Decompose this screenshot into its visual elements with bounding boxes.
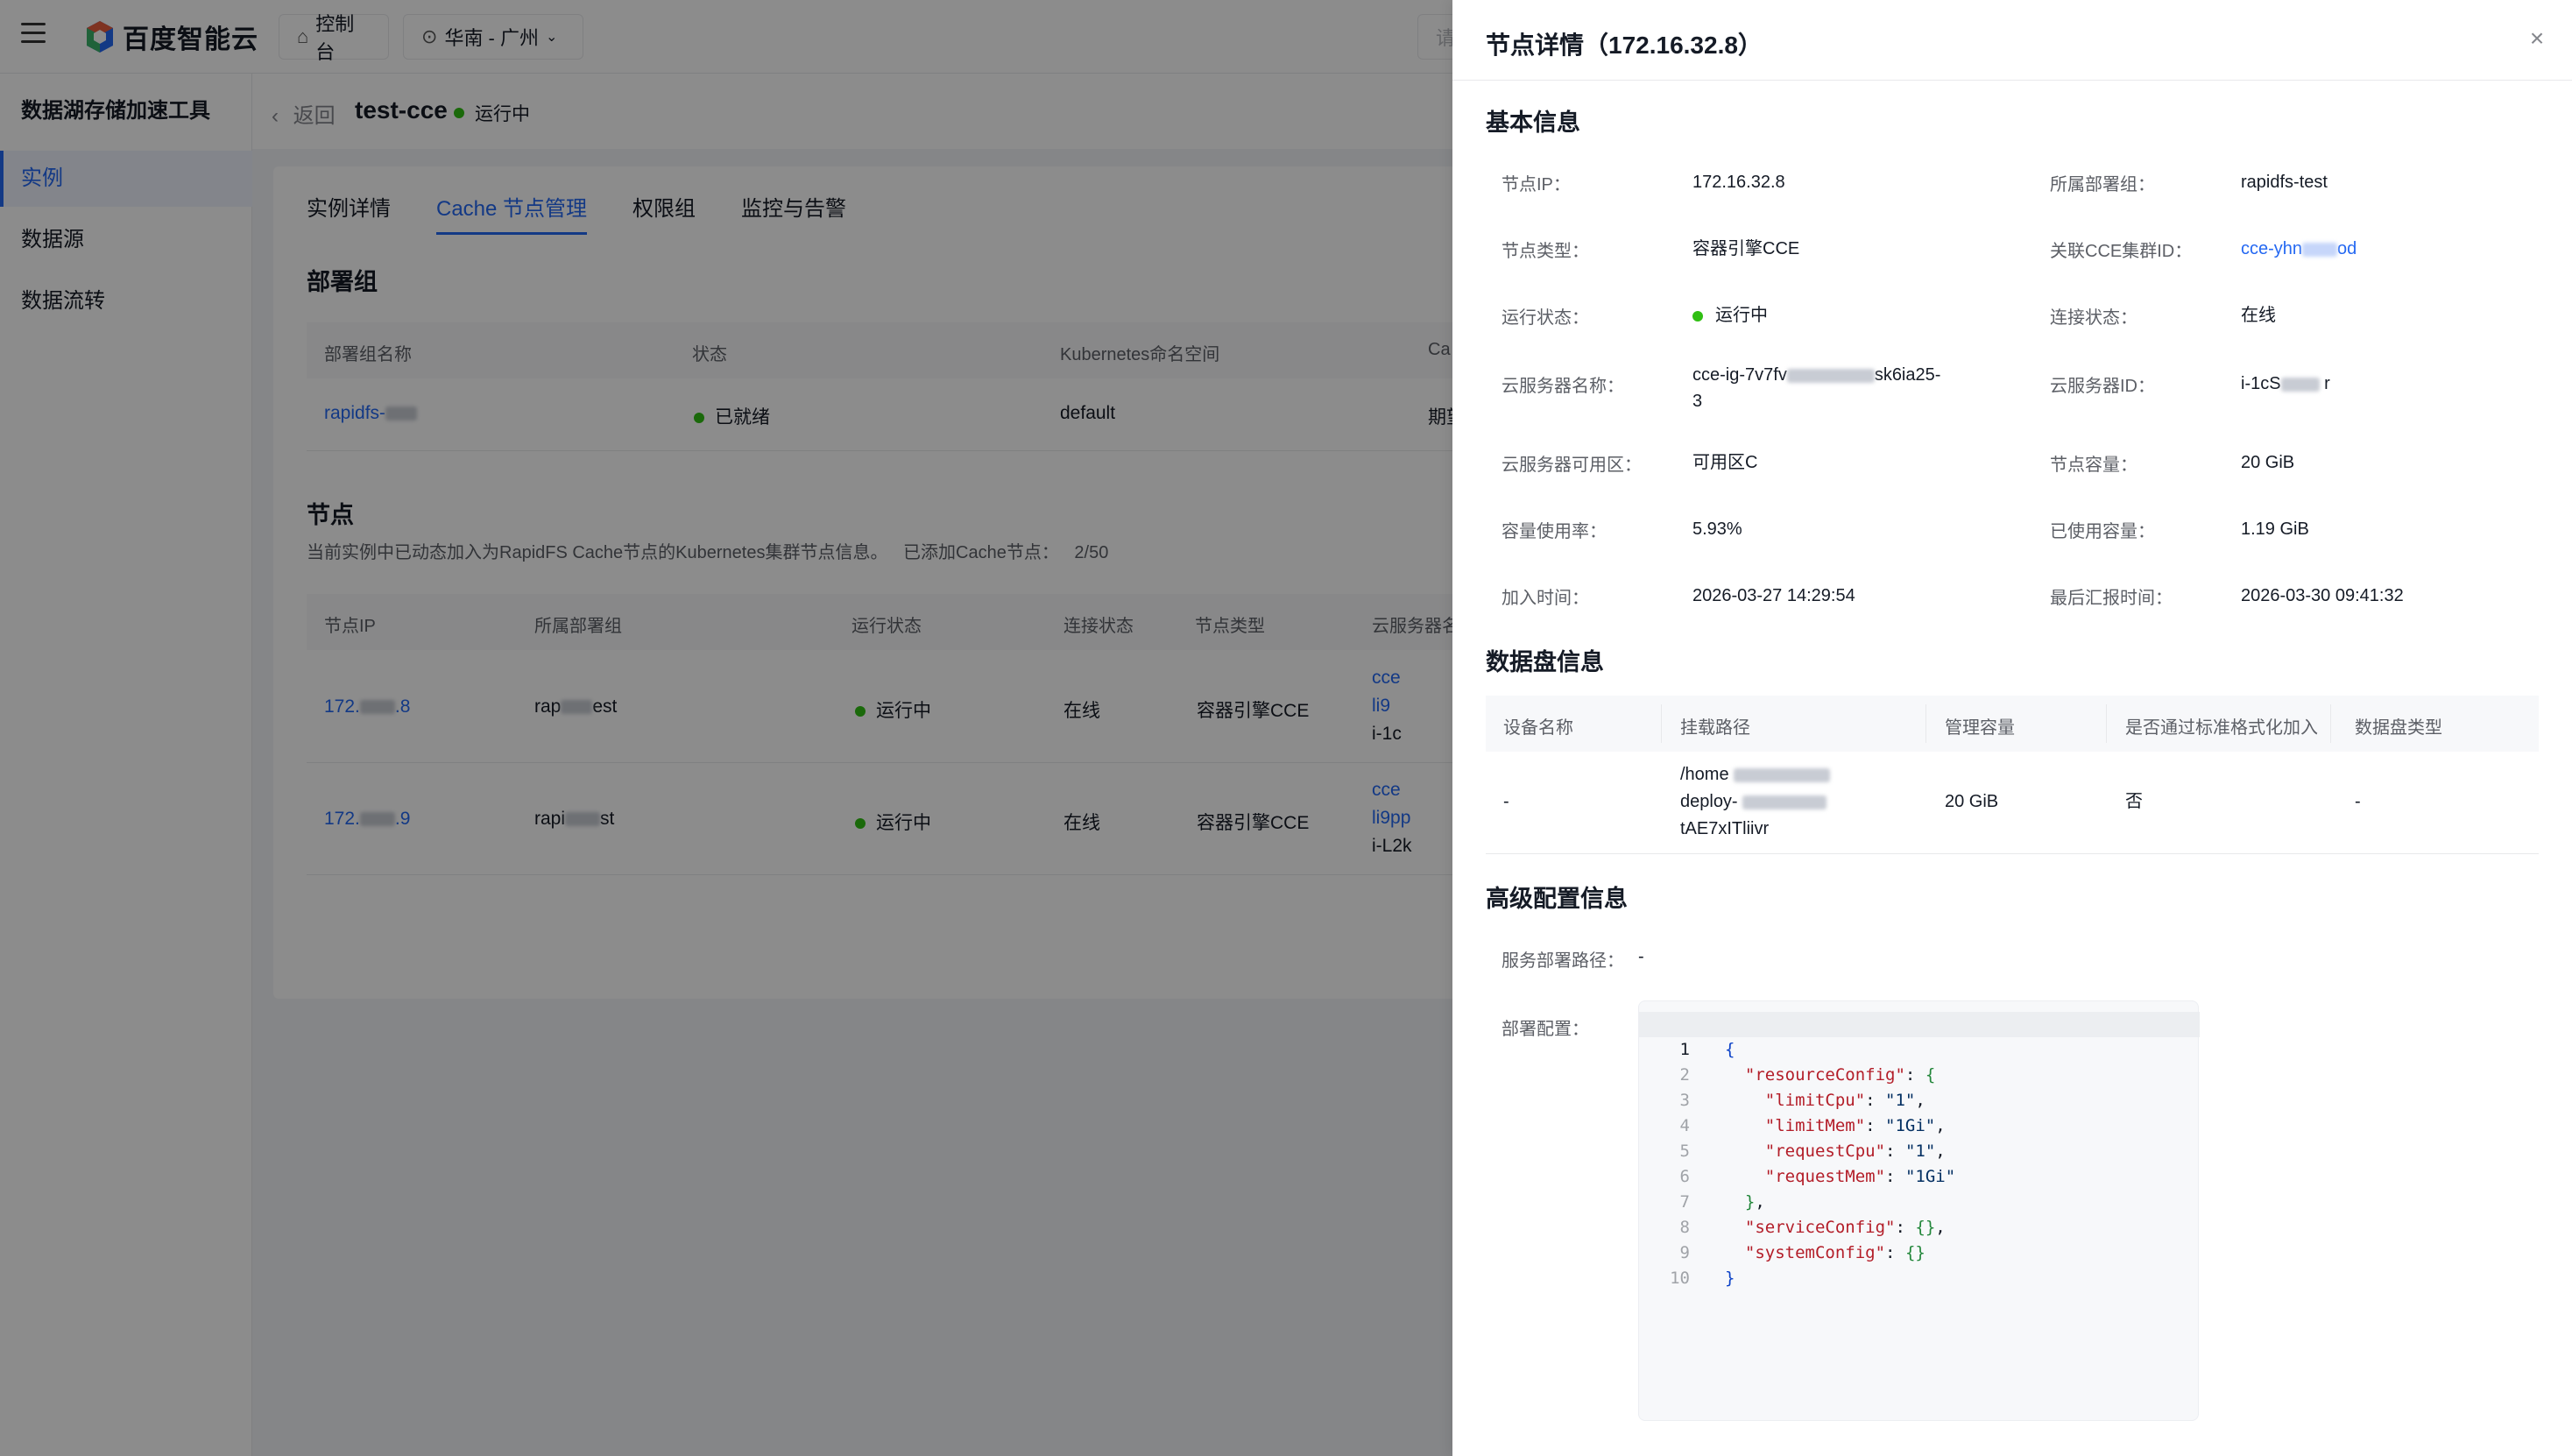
usage-value: 5.93% xyxy=(1692,519,1742,539)
server-id-prefix: i-1cS xyxy=(2241,374,2281,393)
disk-formatted: 否 xyxy=(2125,792,2143,811)
column-header: 挂载路径 xyxy=(1680,718,1750,738)
code-line: 2 "resourceConfig": { xyxy=(1639,1037,2200,1085)
cce-cluster-label: 关联CCE集群ID： xyxy=(2050,242,2193,261)
code-line: 3 "limitCpu": "1", xyxy=(1639,1063,2200,1110)
server-name-value: cce-ig-7v7fv sk6ia25- 3 xyxy=(1692,362,1990,414)
column-divider xyxy=(1925,704,1926,743)
deploy-config-editor[interactable]: 1{ 2 "resourceConfig": { 3 "limitCpu": "… xyxy=(1638,1000,2200,1421)
node-type-label: 节点类型： xyxy=(1502,242,1589,261)
code-line: 1{ xyxy=(1639,1012,2200,1059)
run-status-label: 运行状态： xyxy=(1502,308,1589,328)
node-ip-label: 节点IP： xyxy=(1502,175,1571,194)
server-id-value: i-1cS r xyxy=(2241,371,2330,397)
conn-status-value: 在线 xyxy=(2241,306,2276,325)
drawer-title: 节点详情（172.16.32.8） xyxy=(1486,32,1763,59)
join-time-value: 2026-03-27 14:29:54 xyxy=(1692,586,1855,605)
disk-path-line: tAE7xITliivr xyxy=(1680,819,1770,838)
cce-cluster-suffix: od xyxy=(2337,239,2357,258)
used-label: 已使用容量： xyxy=(2050,522,2155,541)
used-value: 1.19 GiB xyxy=(2241,519,2309,539)
cce-cluster-link[interactable]: cce-yhn od xyxy=(2241,236,2356,262)
code-line: 5 "requestCpu": "1", xyxy=(1639,1113,2200,1161)
node-ip-value: 172.16.32.8 xyxy=(1692,173,1785,192)
column-divider xyxy=(1661,704,1662,743)
run-status-value: 运行中 xyxy=(1692,302,1768,329)
column-header: 设备名称 xyxy=(1503,718,1573,738)
report-time-label: 最后汇报时间： xyxy=(2050,589,2173,608)
deploy-config-label: 部署配置： xyxy=(1502,1020,1589,1039)
code-line: 10} xyxy=(1639,1240,2200,1288)
redacted-text xyxy=(1786,368,1875,383)
close-icon[interactable]: × xyxy=(2525,26,2549,51)
code-line: 4 "limitMem": "1Gi", xyxy=(1639,1088,2200,1135)
node-type-value: 容器引擎CCE xyxy=(1692,239,1800,258)
code-line: 7 }, xyxy=(1639,1164,2200,1212)
line-number: 10 xyxy=(1670,1269,1690,1288)
advanced-info-title: 高级配置信息 xyxy=(1486,886,1628,912)
status-dot xyxy=(1692,310,1703,322)
disk-capacity: 20 GiB xyxy=(1945,792,1999,811)
redacted-text xyxy=(2302,242,2338,257)
server-name-suffix: 3 xyxy=(1692,392,1703,411)
column-header: 是否通过标准格式化加入 xyxy=(2125,718,2318,738)
deploy-group-label: 所属部署组： xyxy=(2050,175,2155,194)
modal-backdrop[interactable] xyxy=(0,0,1452,1456)
cce-cluster-prefix: cce-yhn xyxy=(2241,239,2303,258)
deploy-path-label: 服务部署路径： xyxy=(1502,951,1624,971)
deploy-group-value: rapidfs-test xyxy=(2241,173,2328,192)
zone-value: 可用区C xyxy=(1692,453,1758,472)
zone-label: 云服务器可用区： xyxy=(1502,456,1642,475)
server-id-suffix: r xyxy=(2324,374,2330,393)
row-divider xyxy=(1486,853,2539,854)
server-id-label: 云服务器ID： xyxy=(2050,377,2155,396)
column-header: 数据盘类型 xyxy=(2355,718,2442,738)
redacted-text xyxy=(1742,795,1827,809)
basic-info-title: 基本信息 xyxy=(1486,110,1580,136)
join-time-label: 加入时间： xyxy=(1502,589,1589,608)
column-divider xyxy=(2106,704,2107,743)
server-name-label: 云服务器名称： xyxy=(1502,377,1624,396)
drawer-header: 节点详情（172.16.32.8） × xyxy=(1452,0,2572,81)
disk-path-line: /home xyxy=(1680,765,1729,784)
code-line: 8 "serviceConfig": {}, xyxy=(1639,1190,2200,1237)
server-name-prefix: cce-ig-7v7fv xyxy=(1692,365,1787,385)
capacity-label: 节点容量： xyxy=(2050,456,2137,475)
conn-status-label: 连接状态： xyxy=(2050,308,2137,328)
disk-info-title: 数据盘信息 xyxy=(1486,649,1604,675)
server-name-mid: sk6ia25- xyxy=(1874,365,1941,385)
redacted-text xyxy=(2280,377,2320,392)
column-divider xyxy=(2330,704,2331,743)
column-header: 管理容量 xyxy=(1945,718,2015,738)
deploy-path-value: - xyxy=(1638,947,1644,966)
redacted-text xyxy=(1734,767,1831,782)
capacity-value: 20 GiB xyxy=(2241,453,2295,472)
run-status-text: 运行中 xyxy=(1715,306,1768,325)
report-time-value: 2026-03-30 09:41:32 xyxy=(2241,586,2404,605)
code-line: 9 "systemConfig": {} xyxy=(1639,1215,2200,1262)
disk-path: /home deploy- tAE7xITliivr xyxy=(1680,761,1831,843)
usage-label: 容量使用率： xyxy=(1502,522,1607,541)
disk-table-header: 设备名称 挂载路径 管理容量 是否通过标准格式化加入 数据盘类型 xyxy=(1486,696,2539,752)
code-line: 6 "requestMem": "1Gi" xyxy=(1639,1139,2200,1186)
disk-path-line: deploy- xyxy=(1680,792,1738,811)
disk-type: - xyxy=(2355,792,2361,811)
disk-device: - xyxy=(1503,792,1509,811)
